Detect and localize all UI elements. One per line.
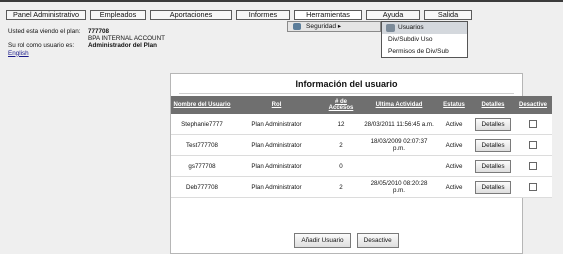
viewing-plan-label: Usted esta viendo el plan: [8,28,81,35]
top-border [0,0,563,2]
cell-accesses: 12 [320,114,362,135]
flyout-item-usuarios[interactable]: Usuarios [382,22,467,34]
flyout-item-div-subdiv-uso[interactable]: Div/Subdiv Uso [382,34,467,46]
col-ultima-actividad[interactable]: Ultima Actividad [362,96,436,114]
role-value: Administrador del Plan [88,42,157,50]
menu-herramientas[interactable]: Herramientas [294,10,362,20]
role-label: Su rol como usuario es: [8,42,75,50]
plan-name: BPA INTERNAL ACCOUNT [88,35,165,43]
details-button[interactable]: Detalles [475,159,511,173]
cell-status: Active [436,134,472,156]
cell-last-activity: 28/05/2010 08:20:28 p.m. [362,176,436,198]
table-row: Stephanie7777 Plan Administrator 12 28/0… [171,114,552,135]
panel-actions: Añadir Usuario Desactive [171,233,522,248]
cell-role: Plan Administrator [233,155,320,177]
cell-name: Stephanie7777 [171,114,233,135]
details-button[interactable]: Detalles [475,117,511,131]
menu-informes[interactable]: Informes [236,10,290,20]
cell-last-activity: 28/03/2011 11:56:45 a.m. [362,114,436,135]
menu-aportaciones[interactable]: Aportaciones [150,10,232,20]
col-detalles: Detalles [472,96,514,114]
table-row: gs777708 Plan Administrator 0 Active Det… [171,155,552,177]
col-rol[interactable]: Rol [233,96,320,114]
security-icon [293,23,301,30]
users-table: Nombre del Usuario Rol # de Accesos Ulti… [171,96,552,198]
deactivate-checkbox[interactable] [529,183,537,191]
users-icon [386,24,395,32]
deactivate-button[interactable]: Desactive [356,233,399,248]
main-menu-bar: Panel Administrativo Empleados Aportacio… [6,10,557,21]
panel-title: Información del usuario [295,79,398,89]
cell-last-activity [362,155,436,177]
flyout-menu: Usuarios Div/Subdiv Uso Permisos de Div/… [381,21,468,58]
cell-role: Plan Administrator [233,176,320,198]
cell-status: Active [436,176,472,198]
deactivate-checkbox[interactable] [529,120,537,128]
cell-accesses: 2 [320,176,362,198]
details-button[interactable]: Detalles [475,138,511,152]
cell-accesses: 0 [320,155,362,177]
deactivate-checkbox[interactable] [529,141,537,149]
user-info-panel: Información del usuario Nombre del Usuar… [170,73,552,254]
flyout-item-label: Usuarios [398,24,424,31]
flyout-item-permisos[interactable]: Permisos de Div/Sub [382,46,467,58]
deactivate-checkbox[interactable] [529,162,537,170]
cell-last-activity: 18/03/2009 02:07:37 p.m. [362,134,436,156]
menu-ayuda[interactable]: Ayuda [366,10,420,20]
plan-number: 777708 [88,28,110,35]
menu-salida[interactable]: Salida [424,10,472,20]
col-desactive: Desactive [514,96,552,114]
cell-status: Active [436,114,472,135]
cell-role: Plan Administrator [233,114,320,135]
submenu-seguridad[interactable]: Seguridad ▸ [287,21,381,32]
cell-status: Active [436,155,472,177]
cell-name: Deb777708 [171,176,233,198]
cell-name: gs777708 [171,155,233,177]
table-row: Test777708 Plan Administrator 2 18/03/20… [171,134,552,156]
menu-panel-administrativo[interactable]: Panel Administrativo [6,10,86,20]
language-link[interactable]: English [8,50,29,57]
cell-role: Plan Administrator [233,134,320,156]
menu-empleados[interactable]: Empleados [90,10,146,20]
add-user-button[interactable]: Añadir Usuario [294,233,351,248]
panel-divider [179,93,514,94]
table-row: Deb777708 Plan Administrator 2 28/05/201… [171,176,552,198]
cell-accesses: 2 [320,134,362,156]
cell-name: Test777708 [171,134,233,156]
col-estatus[interactable]: Estatus [436,96,472,114]
col-accesos[interactable]: # de Accesos [320,96,362,114]
col-nombre[interactable]: Nombre del Usuario [171,96,233,114]
submenu-seguridad-label: Seguridad ▸ [306,23,342,30]
details-button[interactable]: Detalles [475,180,511,194]
plan-info: Usted esta viendo el plan: 777708 BPA IN… [8,28,165,57]
